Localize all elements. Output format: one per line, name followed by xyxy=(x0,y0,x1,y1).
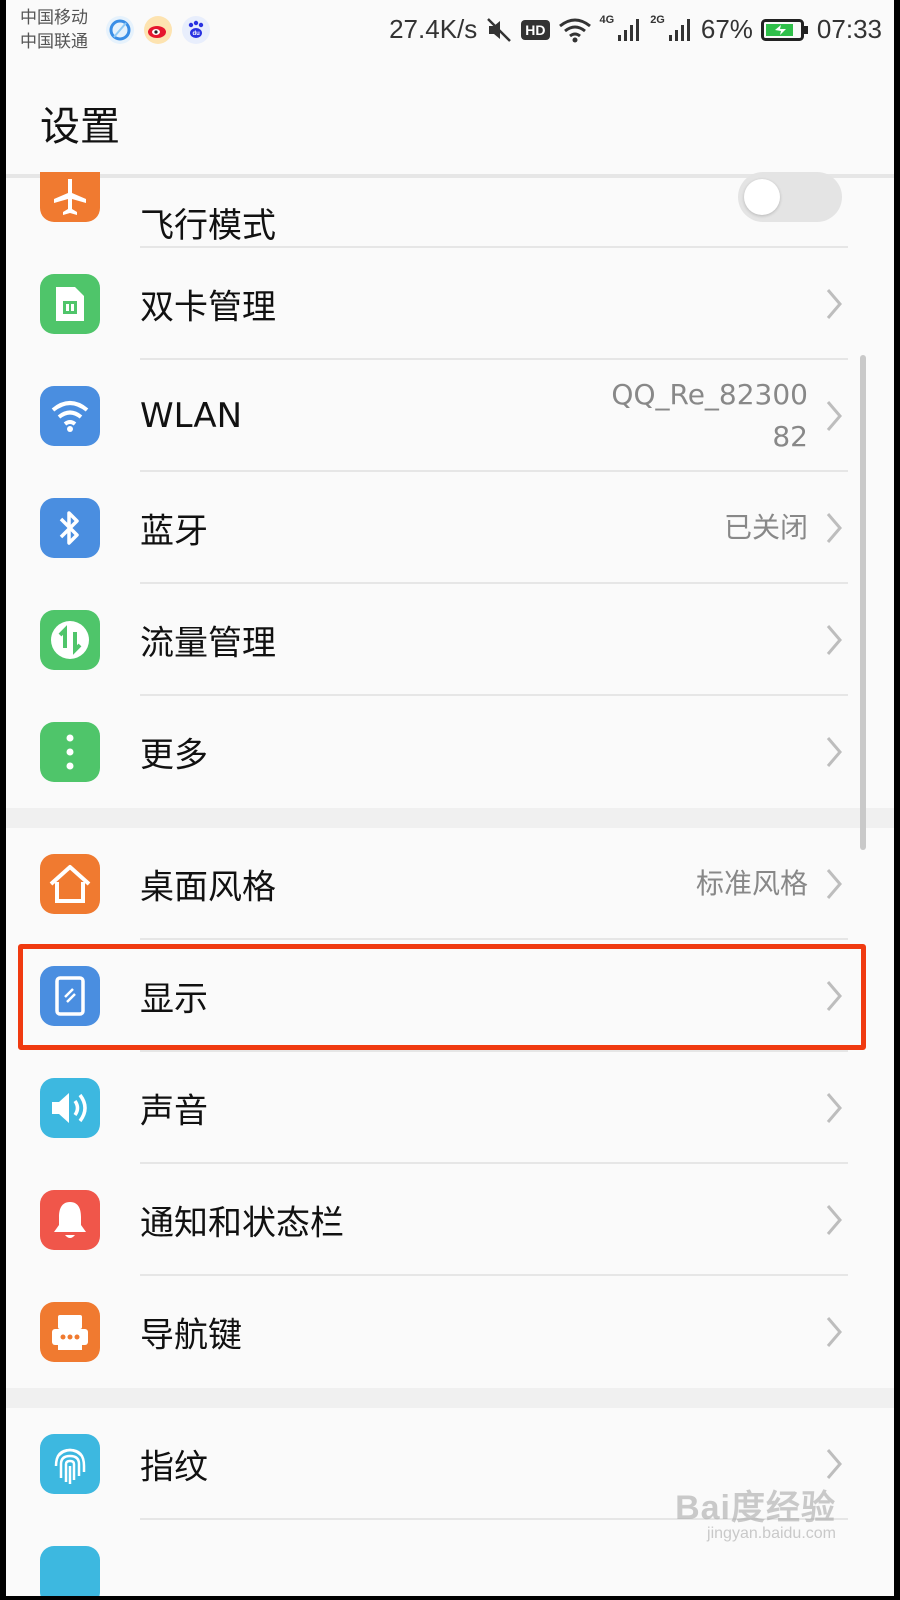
setting-notifications[interactable]: 通知和状态栏 xyxy=(6,1164,894,1276)
sim2-type: 2G xyxy=(650,14,665,26)
chevron-right-icon xyxy=(826,625,842,655)
setting-home-style[interactable]: 桌面风格 标准风格 xyxy=(6,828,894,940)
signal-icon-sim2 xyxy=(667,17,693,43)
wlan-network-name: QQ_Re_82300 82 xyxy=(611,374,808,458)
setting-label: 桌面风格 xyxy=(140,867,276,908)
sim-icon xyxy=(40,274,100,334)
baidu-icon: du xyxy=(182,16,210,44)
chevron-right-icon xyxy=(826,289,842,319)
airplane-mode-toggle[interactable] xyxy=(738,172,842,222)
bluetooth-icon xyxy=(40,498,100,558)
setting-label: 双卡管理 xyxy=(140,287,276,328)
battery-percent: 67% xyxy=(700,14,753,44)
hd-badge: HD xyxy=(521,19,550,40)
setting-data-usage[interactable]: 流量管理 xyxy=(6,584,894,696)
setting-more[interactable]: 更多 xyxy=(6,696,894,808)
watermark: Bai度经验 jingyan.baidu.com xyxy=(675,1480,836,1543)
weibo-icon xyxy=(144,16,172,44)
watermark-logo: Bai度经验 xyxy=(675,1489,836,1527)
browser-icon xyxy=(106,16,134,44)
sound-icon xyxy=(40,1078,100,1138)
section-gap xyxy=(6,1388,894,1408)
setting-label: 蓝牙 xyxy=(140,511,208,552)
chevron-right-icon xyxy=(826,1205,842,1235)
chevron-right-icon xyxy=(826,401,842,431)
setting-value: 标准风格 xyxy=(695,867,808,900)
setting-navigation-keys[interactable]: 导航键 xyxy=(6,1276,894,1388)
setting-label: WLAN xyxy=(140,396,243,436)
wifi-icon xyxy=(40,386,100,446)
setting-bluetooth[interactable]: 蓝牙 已关闭 xyxy=(6,472,894,584)
carrier-1: 中国移动 xyxy=(20,8,88,28)
signal-icon-sim1 xyxy=(616,17,642,43)
mute-icon xyxy=(485,16,513,44)
chevron-right-icon xyxy=(826,1317,842,1347)
setting-wlan[interactable]: WLAN QQ_Re_82300 82 xyxy=(6,360,894,472)
carrier-info: 中国移动 中国联通 xyxy=(20,6,88,54)
setting-label: 通知和状态栏 xyxy=(140,1203,344,1244)
page-title: 设置 xyxy=(40,104,120,150)
toggle-knob xyxy=(744,179,780,215)
setting-label: 流量管理 xyxy=(140,623,276,664)
navigation-icon xyxy=(40,1302,100,1362)
setting-label: 显示 xyxy=(140,979,208,1020)
chevron-right-icon xyxy=(826,737,842,767)
chevron-right-icon xyxy=(826,869,842,899)
wlan-value-line2: 82 xyxy=(772,420,808,453)
notification-icons: du xyxy=(106,16,210,44)
fingerprint-icon xyxy=(40,1434,100,1494)
settings-screen: 中国移动 中国联通 du 27.4K/s HD 4G 2G 67% 07:33 … xyxy=(6,0,894,1596)
battery-charging-icon xyxy=(760,17,809,43)
setting-dual-sim[interactable]: 双卡管理 xyxy=(6,248,894,360)
setting-label: 更多 xyxy=(140,735,208,776)
chevron-right-icon xyxy=(826,981,842,1011)
section-gap xyxy=(6,808,894,828)
wifi-status-icon xyxy=(558,16,592,44)
header: 设置 xyxy=(6,64,894,178)
scrollbar[interactable] xyxy=(860,355,866,850)
display-icon xyxy=(40,966,100,1026)
chevron-right-icon xyxy=(826,1449,842,1479)
bell-icon xyxy=(40,1190,100,1250)
wlan-value-line1: QQ_Re_82300 xyxy=(611,378,808,411)
carrier-2: 中国联通 xyxy=(20,32,88,52)
partial-icon xyxy=(40,1546,100,1596)
data-usage-icon xyxy=(40,610,100,670)
setting-label: 声音 xyxy=(140,1091,208,1132)
setting-sound[interactable]: 声音 xyxy=(6,1052,894,1164)
airplane-icon xyxy=(40,172,100,222)
setting-airplane-mode[interactable]: 飞行模式 xyxy=(6,172,894,248)
status-bar: 中国移动 中国联通 du 27.4K/s HD 4G 2G 67% 07:33 xyxy=(6,0,894,64)
svg-text:du: du xyxy=(193,31,201,37)
more-icon xyxy=(40,722,100,782)
setting-display[interactable]: 显示 xyxy=(6,940,894,1052)
clock: 07:33 xyxy=(816,14,882,44)
chevron-right-icon xyxy=(826,1093,842,1123)
setting-label: 导航键 xyxy=(140,1315,242,1356)
network-speed: 27.4K/s xyxy=(389,14,478,44)
sim1-type: 4G xyxy=(599,14,615,26)
setting-value: 已关闭 xyxy=(723,511,808,544)
home-icon xyxy=(40,854,100,914)
chevron-right-icon xyxy=(826,513,842,543)
settings-list: 飞行模式 双卡管理 WLAN QQ_Re_82300 82 蓝牙 已关闭 流量管… xyxy=(6,172,894,1596)
status-icons: 27.4K/s HD 4G 2G 67% 07:33 xyxy=(389,14,882,45)
setting-label: 飞行模式 xyxy=(140,206,276,246)
setting-label: 指纹 xyxy=(140,1447,208,1488)
